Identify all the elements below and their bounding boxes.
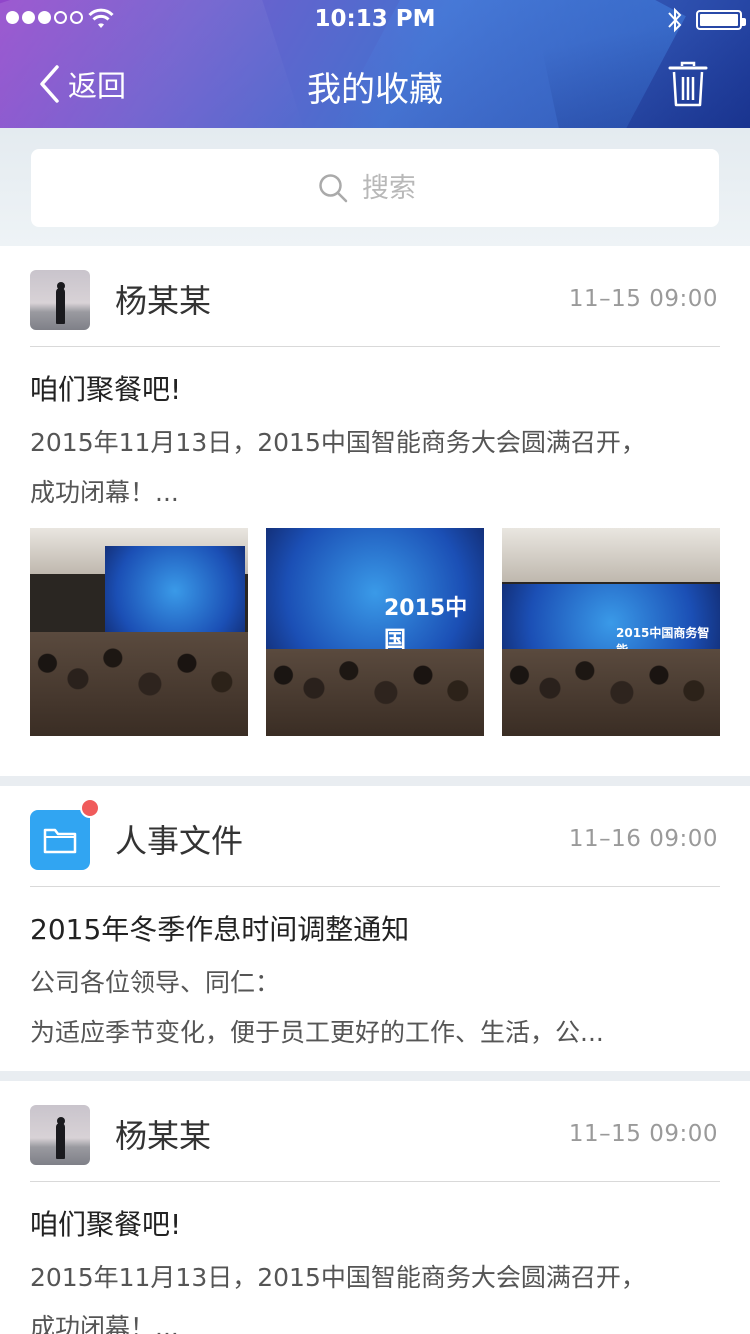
photo-thumbnail[interactable]: 2015中国 <box>266 528 484 736</box>
item-date: 11–15 09:00 <box>568 286 718 312</box>
item-title: 2015年冬季作息时间调整通知 <box>30 913 410 946</box>
status-bar: 10:13 PM <box>0 0 750 40</box>
divider <box>30 346 720 347</box>
divider <box>30 886 720 887</box>
avatar <box>30 270 90 330</box>
item-title: 咱们聚餐吧! <box>30 373 182 406</box>
trash-icon[interactable] <box>668 60 708 108</box>
divider <box>30 1181 720 1182</box>
body-line: 2015年11月13日，2015中国智能商务大会圆满召开， <box>30 1263 646 1292</box>
bluetooth-icon <box>668 7 682 33</box>
photo-thumbnail[interactable]: 2015中国商务智能 <box>502 528 720 736</box>
photo-thumbnail[interactable] <box>30 528 248 736</box>
sender-name: 杨某某 <box>115 282 212 320</box>
folder-icon <box>43 828 77 854</box>
item-body: 2015年11月13日，2015中国智能商务大会圆满召开， 成功闭幕！... <box>30 1253 726 1334</box>
favorite-item[interactable]: 人事文件 11–16 09:00 2015年冬季作息时间调整通知 公司各位领导、… <box>0 786 750 1071</box>
favorite-item[interactable]: 杨某某 11–15 09:00 咱们聚餐吧! 2015年11月13日，2015中… <box>0 246 750 776</box>
item-date: 11–15 09:00 <box>568 1121 718 1147</box>
photo-banner-text: 2015中国 <box>384 596 468 653</box>
page-title: 我的收藏 <box>307 70 443 110</box>
body-line: 成功闭幕！... <box>30 1313 179 1334</box>
body-line: 成功闭幕！... <box>30 478 179 507</box>
sender-name: 杨某某 <box>115 1117 212 1155</box>
image-gallery: 2015中国 2015中国商务智能 <box>30 528 720 736</box>
item-body: 公司各位领导、同仁： 为适应季节变化，便于员工更好的工作、生活，公... <box>30 958 726 1058</box>
search-input[interactable] <box>362 172 432 204</box>
search-bar <box>0 128 750 246</box>
favorite-item[interactable]: 杨某某 11–15 09:00 咱们聚餐吧! 2015年11月13日，2015中… <box>0 1081 750 1334</box>
avatar <box>30 1105 90 1165</box>
body-line: 为适应季节变化，便于员工更好的工作、生活，公... <box>30 1018 604 1047</box>
status-time: 10:13 PM <box>314 6 436 32</box>
battery-icon <box>696 10 746 30</box>
header: 10:13 PM 返回 我的收藏 <box>0 0 750 128</box>
body-line: 公司各位领导、同仁： <box>30 968 281 997</box>
item-title: 咱们聚餐吧! <box>30 1208 182 1241</box>
item-date: 11–16 09:00 <box>568 826 718 852</box>
unread-badge <box>80 798 100 818</box>
search-box[interactable] <box>31 149 719 227</box>
sender-name: 人事文件 <box>115 822 244 860</box>
search-icon <box>319 174 348 203</box>
item-body: 2015年11月13日，2015中国智能商务大会圆满召开， 成功闭幕！... <box>30 418 726 518</box>
folder-avatar <box>30 798 100 870</box>
battery-level <box>700 14 738 26</box>
body-line: 2015年11月13日，2015中国智能商务大会圆满召开， <box>30 428 646 457</box>
